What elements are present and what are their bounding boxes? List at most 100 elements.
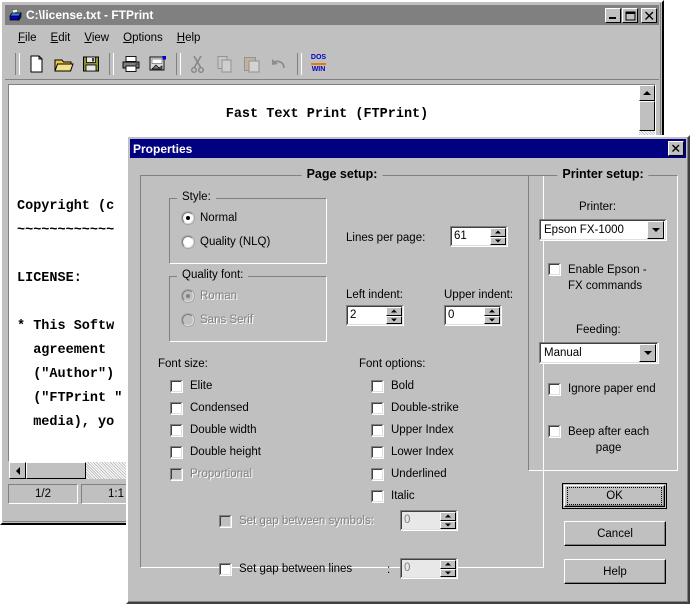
cancel-button[interactable]: Cancel (564, 521, 666, 546)
checkbox-bold[interactable]: Bold (371, 379, 414, 394)
radio-style-normal[interactable]: Normal (182, 211, 237, 226)
checkbox-label-beep-line2: page (595, 442, 622, 454)
main-title-bar[interactable]: C:\license.txt - FTPrint (5, 5, 659, 25)
left-indent-value[interactable]: 2 (347, 306, 386, 325)
checkbox-upper-index[interactable]: Upper Index (371, 423, 454, 438)
printer-dropdown-button[interactable] (647, 221, 664, 239)
menu-view[interactable]: View (77, 30, 116, 46)
checkbox-enable-epson-fx[interactable]: Enable Epson - FX commands (548, 262, 647, 294)
document-body: Copyright (c ~~~~~~~~~~~~ LICENSE: * Thi… (17, 199, 123, 430)
gap-lines-stepper: 0 (400, 558, 458, 579)
menu-help[interactable]: Help (170, 30, 208, 46)
menu-edit[interactable]: Edit (44, 30, 78, 46)
radio-style-quality-nlq[interactable]: Quality (NLQ) (182, 235, 270, 250)
checkbox-double-width[interactable]: Double width (170, 423, 256, 438)
chevron-down-icon (643, 351, 652, 355)
feeding-select[interactable]: Manual (539, 342, 659, 364)
radio-indicator-quality-nlq (182, 236, 194, 248)
checkbox-double-strike[interactable]: Double-strike (371, 401, 459, 416)
open-folder-icon[interactable] (51, 52, 76, 76)
page-setup-legend: Page setup: (301, 167, 383, 181)
new-file-icon[interactable] (24, 52, 49, 76)
win-label: WIN (311, 65, 326, 73)
style-legend: Style: (177, 191, 216, 203)
radio-label-sans-serif: Sans Serif (200, 314, 254, 326)
checkbox-label-gap-symbols: Set gap between symbols: (239, 515, 374, 527)
checkbox-elite[interactable]: Elite (170, 379, 212, 394)
checkbox-indicator-elite (170, 380, 183, 393)
upper-indent-value[interactable]: 0 (445, 306, 484, 325)
print-icon[interactable] (118, 52, 143, 76)
chevron-down-icon (489, 318, 495, 322)
checkbox-indicator-bold (371, 380, 384, 393)
page-setup-group: Page setup: Style: Normal Quality (NLQ) … (140, 167, 544, 579)
printer-select[interactable]: Epson FX-1000 (539, 219, 667, 241)
vscroll-thumb[interactable] (639, 101, 655, 131)
printer-label: Printer: (579, 201, 617, 213)
checkbox-double-height[interactable]: Double height (170, 445, 261, 460)
lines-per-page-stepper[interactable]: 61 (450, 226, 508, 247)
checkbox-ignore-paper-end[interactable]: Ignore paper end (548, 382, 656, 397)
left-indent-stepper[interactable]: 2 (346, 305, 404, 326)
lines-per-page-label: Lines per page: (346, 232, 426, 244)
hscroll-thumb[interactable] (26, 462, 86, 479)
minimize-button[interactable] (605, 7, 621, 23)
chevron-up-icon (445, 514, 451, 518)
checkbox-italic[interactable]: Italic (371, 489, 415, 504)
checkbox-label-double-width: Double width (190, 424, 257, 436)
upper-indent-spin-buttons (484, 307, 500, 324)
dos-win-icon[interactable]: DOS WIN (306, 52, 331, 76)
dialog-title-bar[interactable]: Properties (130, 139, 686, 158)
chevron-down-icon (391, 318, 397, 322)
toolbar-separator (297, 52, 302, 75)
quality-font-legend: Quality font: (177, 269, 249, 281)
checkbox-label-enable-epson-line2: FX commands (568, 280, 643, 292)
maximize-button[interactable] (622, 7, 638, 23)
main-toolbar: DOS WIN (5, 48, 659, 80)
checkbox-condensed[interactable]: Condensed (170, 401, 249, 416)
chevron-up-icon (445, 562, 451, 566)
feeding-dropdown-button[interactable] (639, 344, 656, 362)
checkbox-underlined[interactable]: Underlined (371, 467, 447, 482)
dialog-close-button[interactable] (668, 141, 684, 156)
upper-indent-stepper[interactable]: 0 (444, 305, 502, 326)
upper-indent-increment[interactable] (484, 307, 500, 316)
lines-per-page-spin-buttons (490, 228, 506, 245)
radio-label-roman: Roman (200, 290, 238, 302)
upper-indent-decrement[interactable] (484, 315, 500, 324)
ok-button[interactable]: OK (562, 483, 667, 509)
lines-per-page-decrement[interactable] (490, 236, 506, 245)
checkbox-label-gap-lines: Set gap between lines (239, 563, 353, 575)
left-indent-decrement[interactable] (386, 315, 402, 324)
window-control-buttons (604, 7, 657, 23)
checkbox-indicator-gap-lines (219, 563, 232, 576)
checkbox-lower-index[interactable]: Lower Index (371, 445, 454, 460)
checkbox-beep-after-page[interactable]: Beep after each page (548, 424, 649, 456)
checkbox-label-proportional: Proportional (190, 468, 253, 480)
lines-per-page-increment[interactable] (490, 228, 506, 237)
gap-lines-colon: : (387, 564, 391, 576)
menu-options[interactable]: Options (116, 30, 170, 46)
menu-file[interactable]: File (11, 30, 44, 46)
help-button[interactable]: Help (564, 559, 666, 584)
lines-per-page-value[interactable]: 61 (451, 227, 490, 246)
checkbox-indicator-double-strike (371, 402, 384, 415)
checkbox-label-double-height: Double height (190, 446, 261, 458)
print-preview-icon[interactable] (145, 52, 170, 76)
checkbox-label-italic: Italic (391, 490, 415, 502)
scroll-up-button[interactable] (639, 85, 655, 101)
checkbox-set-gap-lines[interactable]: Set gap between lines (219, 562, 352, 577)
checkbox-label-condensed: Condensed (190, 402, 249, 414)
dialog-title: Properties (133, 141, 193, 156)
printer-icon (7, 7, 23, 23)
cut-scissors-icon (185, 52, 210, 76)
scroll-left-button[interactable] (9, 462, 26, 479)
font-options-legend: Font options: (359, 358, 426, 370)
undo-icon (266, 52, 291, 76)
left-indent-increment[interactable] (386, 307, 402, 316)
style-group: Style: Normal Quality (NLQ) (169, 191, 327, 264)
close-button[interactable] (641, 7, 657, 23)
printer-setup-group: Printer setup: Printer: Epson FX-1000 En… (528, 167, 678, 471)
font-size-legend: Font size: (158, 358, 208, 370)
save-disk-icon[interactable] (78, 52, 103, 76)
